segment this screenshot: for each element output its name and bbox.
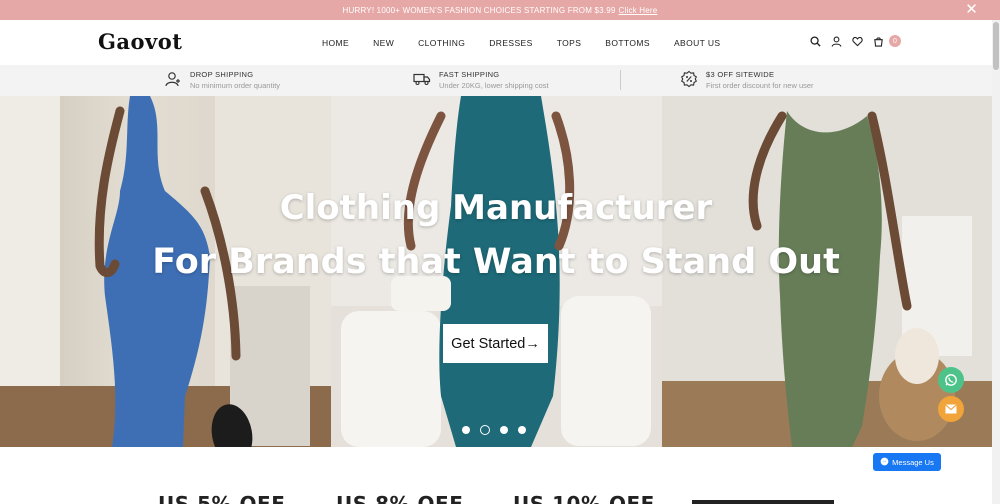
announcement-text: HURRY! 1000+ WOMEN'S FASHION CHOICES STA… — [342, 5, 616, 15]
promo-8-off: US 8% OFF — [336, 492, 464, 504]
feature-title: DROP SHIPPING — [190, 70, 254, 79]
main-nav: HOME NEW CLOTHING DRESSES TOPS BOTTOMS A… — [322, 38, 720, 48]
cart-icon[interactable] — [871, 34, 885, 48]
promo-5-off: US 5% OFF — [158, 492, 286, 504]
heart-icon[interactable] — [850, 34, 864, 48]
get-started-button[interactable]: Get Started→ — [443, 324, 548, 363]
feature-subtitle: First order discount for new user — [706, 81, 814, 90]
nav-dresses[interactable]: DRESSES — [489, 38, 532, 48]
mail-icon[interactable] — [938, 396, 964, 422]
nav-new[interactable]: NEW — [373, 38, 394, 48]
message-us-label: Message Us — [892, 457, 934, 467]
user-add-icon — [164, 70, 182, 88]
header-icons: 0 — [808, 34, 901, 48]
logo[interactable]: Gaovot — [98, 29, 182, 54]
feature-fast-shipping: FAST SHIPPING Under 20KG, lower shipping… — [413, 70, 549, 91]
announcement-bar: HURRY! 1000+ WOMEN'S FASHION CHOICES STA… — [0, 0, 1000, 20]
hero-title: Clothing Manufacturer — [279, 188, 713, 228]
close-icon[interactable]: ✕ — [965, 2, 978, 18]
feature-subtitle: Under 20KG, lower shipping cost — [439, 81, 549, 90]
page-scrollbar[interactable] — [992, 20, 1000, 504]
features-strip: DROP SHIPPING No minimum order quantity … — [0, 65, 992, 96]
nav-home[interactable]: HOME — [322, 38, 349, 48]
feature-subtitle: No minimum order quantity — [190, 81, 281, 90]
discount-badge-icon — [680, 70, 698, 88]
carousel-dots — [462, 425, 536, 435]
feature-drop-shipping: DROP SHIPPING No minimum order quantity — [164, 70, 280, 91]
message-us-button[interactable]: Message Us — [873, 453, 941, 471]
truck-icon — [413, 70, 431, 88]
hero-subtitle: For Brands that Want to Stand Out — [152, 242, 840, 282]
whatsapp-icon[interactable] — [938, 367, 964, 393]
carousel-dot-2[interactable] — [480, 425, 490, 435]
feature-discount: $3 OFF SITEWIDE First order discount for… — [680, 70, 814, 91]
announcement-link[interactable]: Click Here — [619, 6, 658, 15]
nav-clothing[interactable]: CLOTHING — [418, 38, 465, 48]
nav-tops[interactable]: TOPS — [557, 38, 582, 48]
site-header: Gaovot HOME NEW CLOTHING DRESSES TOPS BO… — [0, 20, 992, 65]
user-icon[interactable] — [829, 34, 843, 48]
search-icon[interactable] — [808, 34, 822, 48]
carousel-dot-3[interactable] — [500, 426, 508, 434]
messenger-icon — [880, 457, 889, 468]
feature-divider — [620, 70, 621, 90]
cart-count-badge: 0 — [889, 35, 901, 47]
promo-button[interactable] — [692, 500, 834, 504]
feature-title: $3 OFF SITEWIDE — [706, 70, 775, 79]
scrollbar-thumb[interactable] — [993, 22, 999, 70]
nav-bottoms[interactable]: BOTTOMS — [605, 38, 650, 48]
carousel-dot-1[interactable] — [462, 426, 470, 434]
nav-about-us[interactable]: ABOUT US — [674, 38, 721, 48]
feature-title: FAST SHIPPING — [439, 70, 500, 79]
carousel-dot-4[interactable] — [518, 426, 526, 434]
hero-banner: Clothing Manufacturer For Brands that Wa… — [0, 96, 992, 447]
promo-10-off: US 10% OFF — [513, 492, 655, 504]
